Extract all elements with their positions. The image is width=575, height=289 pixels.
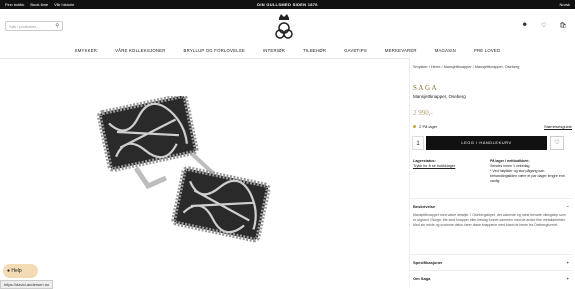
accordion-divider [410,198,573,199]
search-icon[interactable]: ⚲ [55,23,59,29]
product-details-panel: Smykker / Herre / Mansjettknapper / Mans… [409,58,575,286]
user-icon[interactable]: ☻ [522,22,528,29]
specifications-title: Spesifikasjoner [413,260,443,265]
heart-icon[interactable]: ♡ [541,22,546,29]
expand-icon[interactable]: + [567,276,569,281]
product-title: Mansjettknapper, Oseberg [413,94,466,99]
stock-status: 2 På lager [413,124,437,129]
status-bar-url: https://david-andersen.no [0,280,54,289]
nav-item-magasin[interactable]: MAGASIN [435,48,456,53]
specifications-section: Spesifikasjoner + [413,260,569,265]
shipping-note-text: * Ved høytider og stor pågang kan behand… [490,169,565,183]
nav-item-pre-loved[interactable]: PRE LOVED [474,48,500,53]
product-price: 2 990,- [413,109,433,117]
store-stock-block: Lagerstatus: Trykk for å se butikklager [413,159,483,169]
cart-icon[interactable]: 🛍 [559,22,567,29]
heart-outline-icon: ♡ [554,140,560,146]
nav-item-smykker[interactable]: SMYKKER [75,48,97,53]
main-navigation: SMYKKER VÅRE KOLLEKSJONER BRYLLUP OG FOR… [0,48,575,53]
size-guide-link[interactable]: Størrelsesguide [544,124,572,129]
nav-item-gavetips[interactable]: GAVETIPS [344,48,367,53]
about-saga-title: Om Saga [413,276,431,281]
quantity-stepper[interactable]: 1 [412,136,424,150]
description-header[interactable]: Beskrivelse − [413,204,569,209]
specifications-header[interactable]: Spesifikasjoner + [413,260,569,265]
add-to-cart-button[interactable]: LEGG I HANDLEKURV [426,136,547,150]
brand-logo[interactable] [273,12,295,40]
breadcrumb[interactable]: Smykker / Herre / Mansjettknapper / Mans… [413,65,519,69]
favorite-button[interactable]: ♡ [550,136,564,150]
stock-dot-icon [413,125,416,128]
search-input[interactable]: Søk i produkter... ⚲ [5,21,63,31]
help-button[interactable]: ● Help [3,264,38,278]
description-text: Mansjettknapper med vakre detaljer. I Os… [413,213,566,227]
help-icon: ● [7,268,11,274]
collapse-icon[interactable]: − [567,204,569,209]
language-selector[interactable]: Norsk [560,2,570,7]
stock-text: 2 På lager [419,124,438,129]
promo-text: DIN GULLSMED SIDEN 1876 [257,2,318,7]
about-saga-section: Om Saga + [413,276,569,281]
header-icons: ☻ ♡ 🛍 [522,22,567,29]
nav-item-merkevarer[interactable]: MERKEVARER [385,48,417,53]
product-brand[interactable]: SAGA [413,84,438,92]
description-title: Beskrivelse [413,204,436,209]
about-saga-header[interactable]: Om Saga + [413,276,569,281]
nav-item-bryllup[interactable]: BRYLLUP OG FORLOVELSE [184,48,245,53]
product-image[interactable] [96,96,276,246]
search-placeholder: Søk i produkter... [9,24,40,29]
nav-item-kolleksjoner[interactable]: VÅRE KOLLEKSJONER [115,48,165,53]
description-section: Beskrivelse − Mansjettknapper med vakre … [413,204,569,227]
accordion-divider [410,270,573,271]
top-bar: Finn butikk Book time Vår historie DIN G… [0,0,575,9]
nav-item-interior[interactable]: INTERIØR [263,48,285,53]
accordion-divider [410,254,573,255]
online-stock-block: På lager i nettbutikken: Sendes innen 1 … [490,159,572,184]
help-label: Help [11,268,22,274]
store-stock-link[interactable]: Trykk for å se butikklager [413,164,483,169]
nav-item-tilbehor[interactable]: TILBEHØR [303,48,326,53]
expand-icon[interactable]: + [567,260,569,265]
